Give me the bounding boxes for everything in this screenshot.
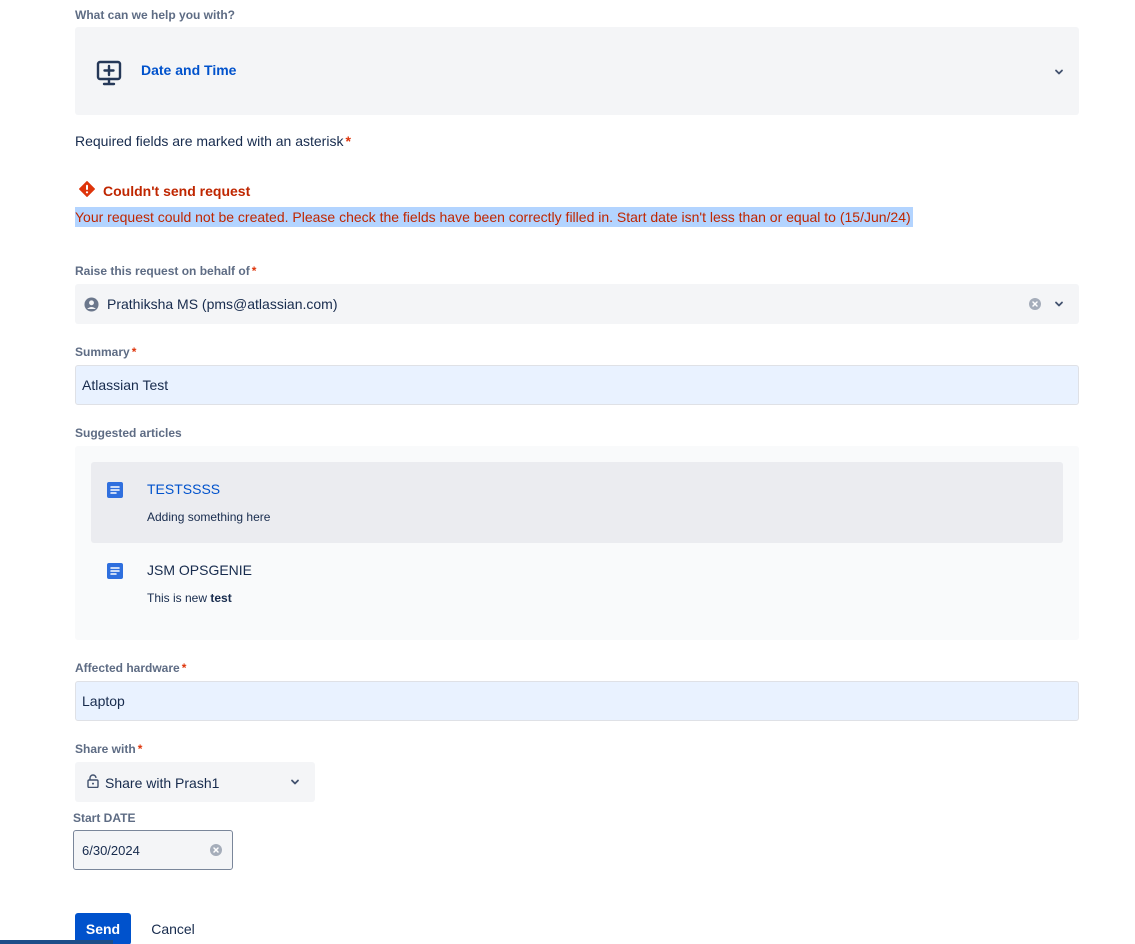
bottom-edge-bar (0, 940, 113, 944)
document-icon (107, 482, 123, 498)
summary-value: Atlassian Test (82, 377, 169, 393)
article-item[interactable]: TESTSSSS Adding something here (91, 462, 1063, 543)
chevron-down-icon[interactable] (1053, 298, 1065, 310)
start-date-label: Start DATE (73, 811, 136, 825)
monitor-plus-icon (96, 60, 122, 86)
error-icon (79, 181, 95, 197)
cancel-button[interactable]: Cancel (143, 913, 203, 944)
share-with-value: Share with Prash1 (105, 775, 220, 791)
hardware-label: Affected hardware * (75, 661, 187, 675)
clear-icon[interactable] (210, 844, 222, 856)
error-title: Couldn't send request (103, 183, 251, 199)
suggested-articles-list: TESTSSSS Adding something here JSM OPSGE… (75, 446, 1079, 640)
article-item[interactable]: JSM OPSGENIE This is new test (91, 543, 1063, 624)
article-title: TESTSSSS (147, 481, 221, 497)
summary-label: Summary * (75, 345, 137, 359)
start-date-value: 6/30/2024 (82, 843, 140, 858)
article-description: This is new test (147, 591, 232, 605)
summary-input[interactable]: Atlassian Test (75, 365, 1079, 405)
unlock-icon (87, 774, 99, 788)
share-with-select[interactable]: Share with Prash1 (75, 762, 315, 802)
hardware-value: Laptop (82, 693, 125, 709)
share-with-label: Share with * (75, 742, 143, 756)
request-type-value: Date and Time (141, 62, 237, 78)
document-icon (107, 563, 123, 579)
suggested-articles-label: Suggested articles (75, 426, 182, 440)
hardware-input[interactable]: Laptop (75, 681, 1079, 721)
chevron-down-icon[interactable] (289, 776, 301, 788)
clear-icon[interactable] (1029, 298, 1041, 310)
article-description: Adding something here (147, 510, 271, 524)
article-title: JSM OPSGENIE (147, 562, 253, 578)
on-behalf-label: Raise this request on behalf of * (75, 264, 257, 278)
on-behalf-select[interactable]: Prathiksha MS (pms@atlassian.com) (75, 284, 1079, 324)
chevron-down-icon[interactable] (1053, 66, 1065, 78)
start-date-input[interactable]: 6/30/2024 (73, 830, 233, 870)
required-marker: * (345, 133, 351, 149)
avatar-icon (84, 297, 99, 312)
request-type-label: What can we help you with? (75, 8, 236, 22)
request-type-select[interactable]: Date and Time (75, 27, 1079, 115)
error-message: Your request could not be created. Pleas… (75, 207, 913, 227)
required-fields-note: Required fields are marked with an aster… (75, 133, 351, 149)
on-behalf-value: Prathiksha MS (pms@atlassian.com) (107, 296, 338, 312)
